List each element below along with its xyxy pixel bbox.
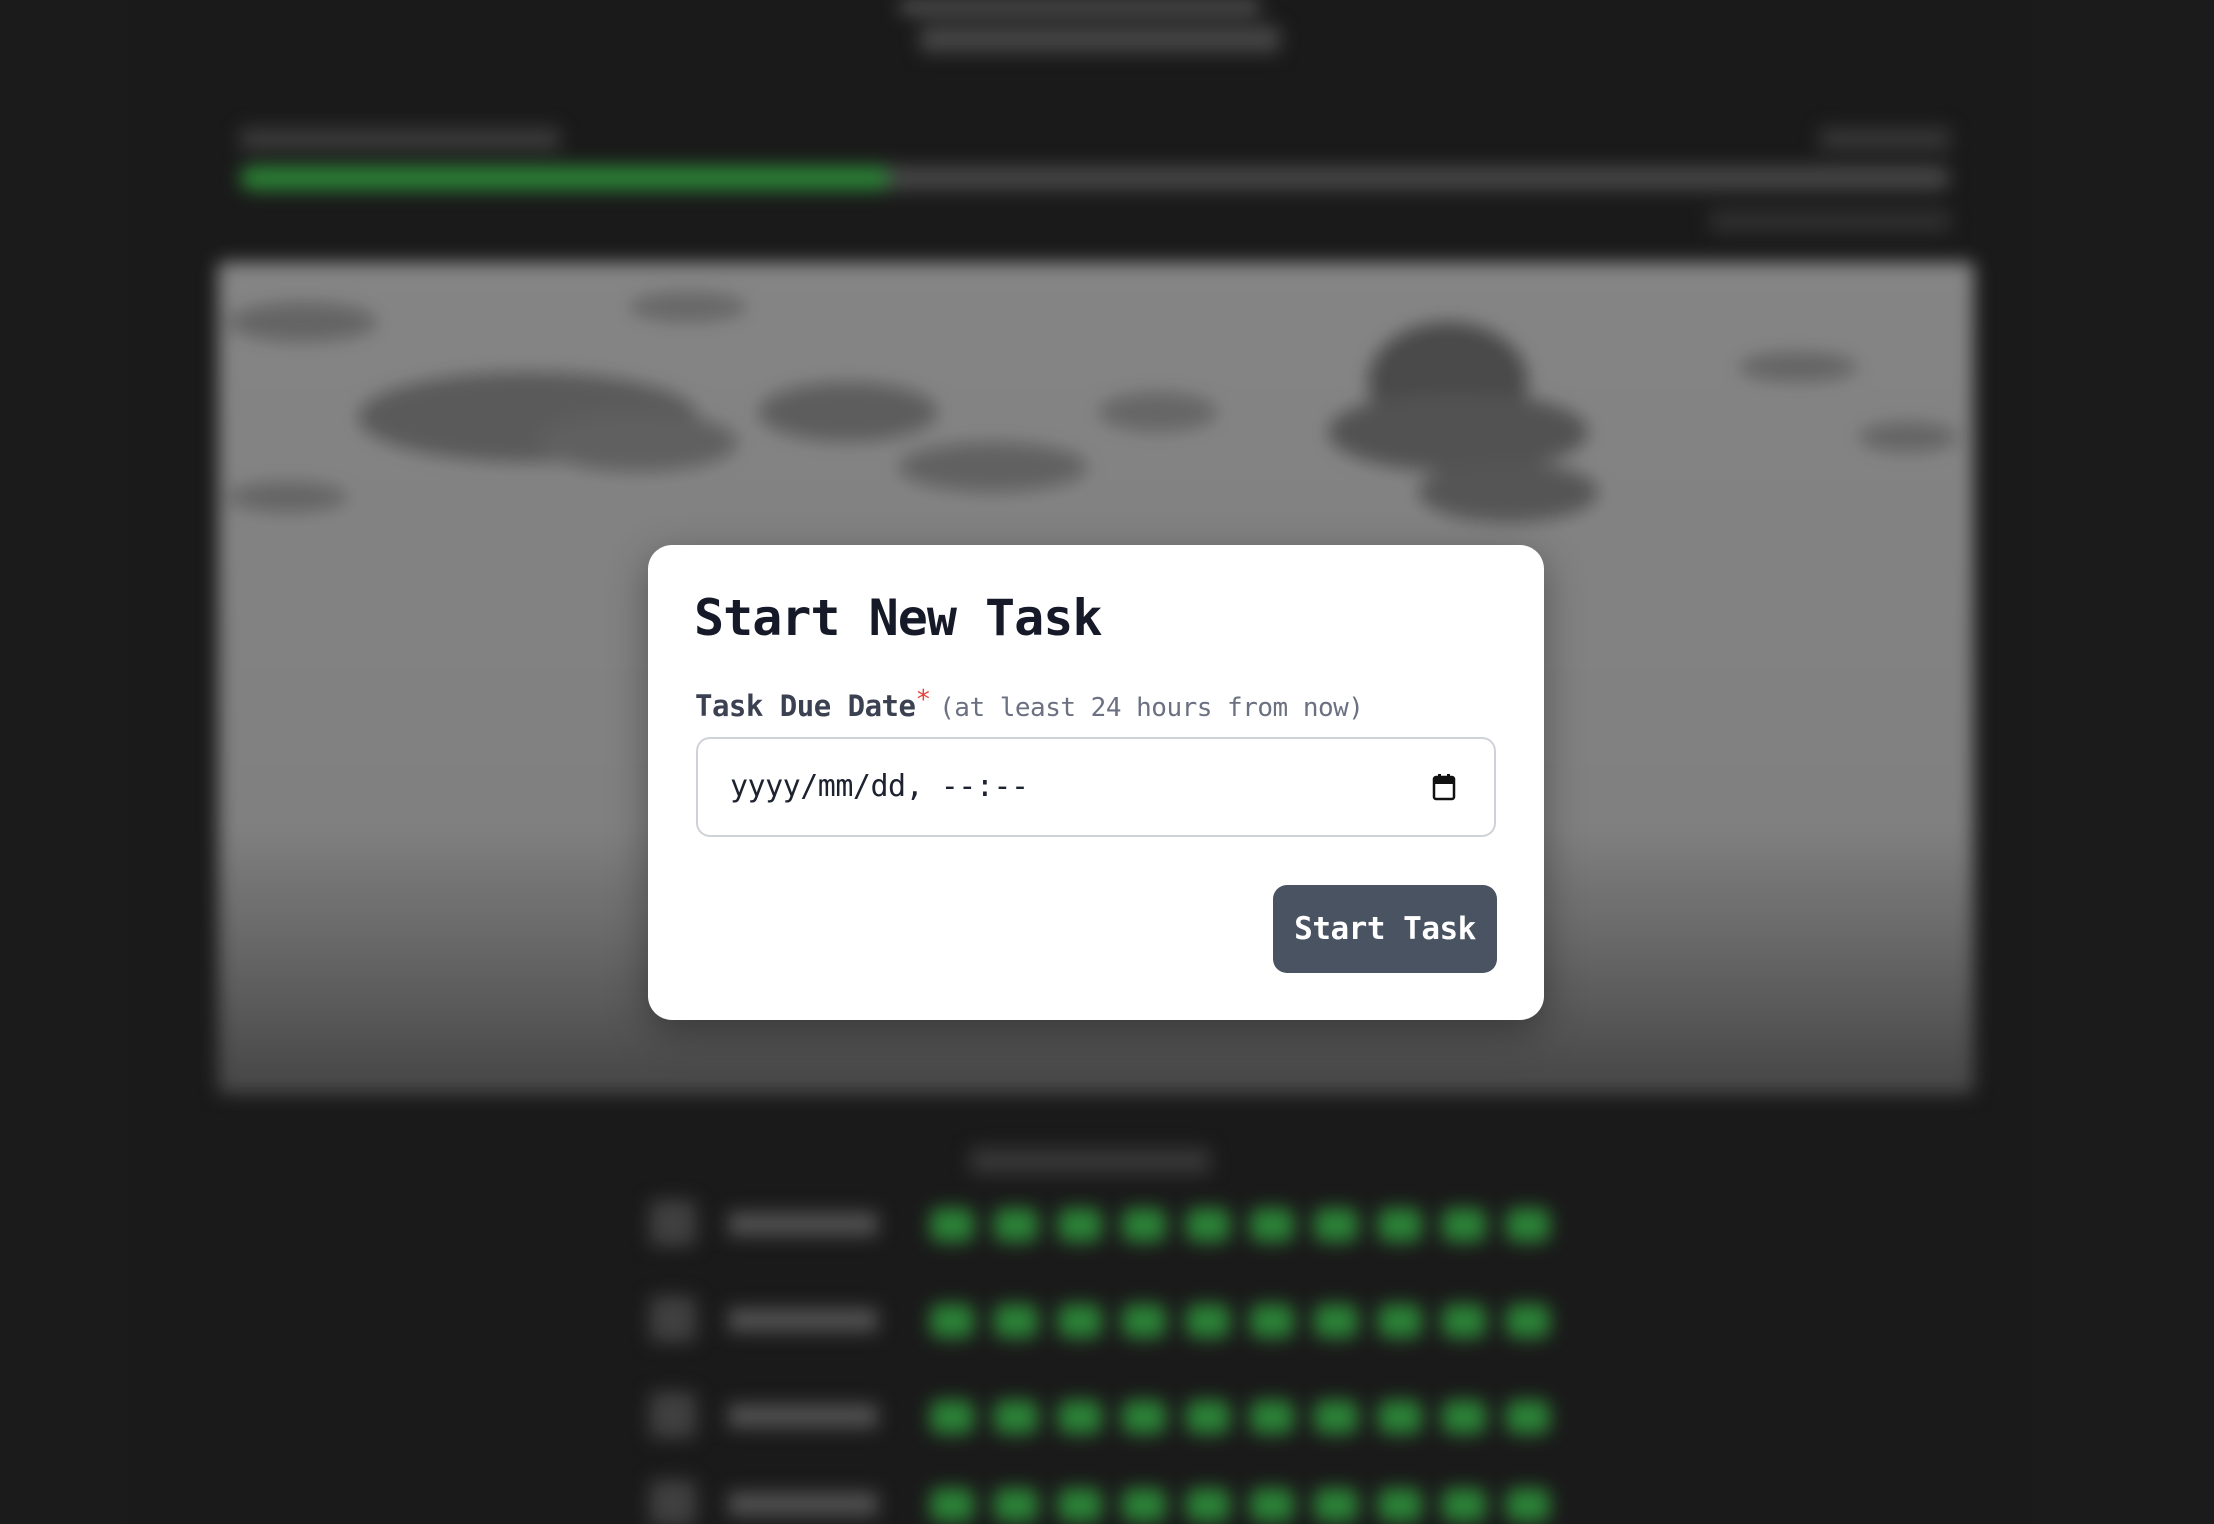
due-date-input[interactable]: yyyy/mm/dd, --:-- [696, 737, 1496, 837]
start-task-dialog: Start New Task Task Due Date* (at least 2… [648, 545, 1544, 1020]
dialog-title: Start New Task [694, 589, 1102, 647]
app-root: Start New Task Task Due Date* (at least 2… [0, 0, 2214, 1524]
due-date-label: Task Due Date [695, 689, 916, 723]
start-task-button[interactable]: Start Task [1273, 885, 1497, 973]
due-date-placeholder: yyyy/mm/dd, --:-- [730, 769, 1029, 804]
required-asterisk: * [915, 685, 932, 715]
due-date-hint: (at least 24 hours from now) [939, 693, 1364, 723]
calendar-icon[interactable] [1432, 773, 1456, 801]
due-date-label-row: Task Due Date* (at least 24 hours from no… [695, 685, 1364, 723]
